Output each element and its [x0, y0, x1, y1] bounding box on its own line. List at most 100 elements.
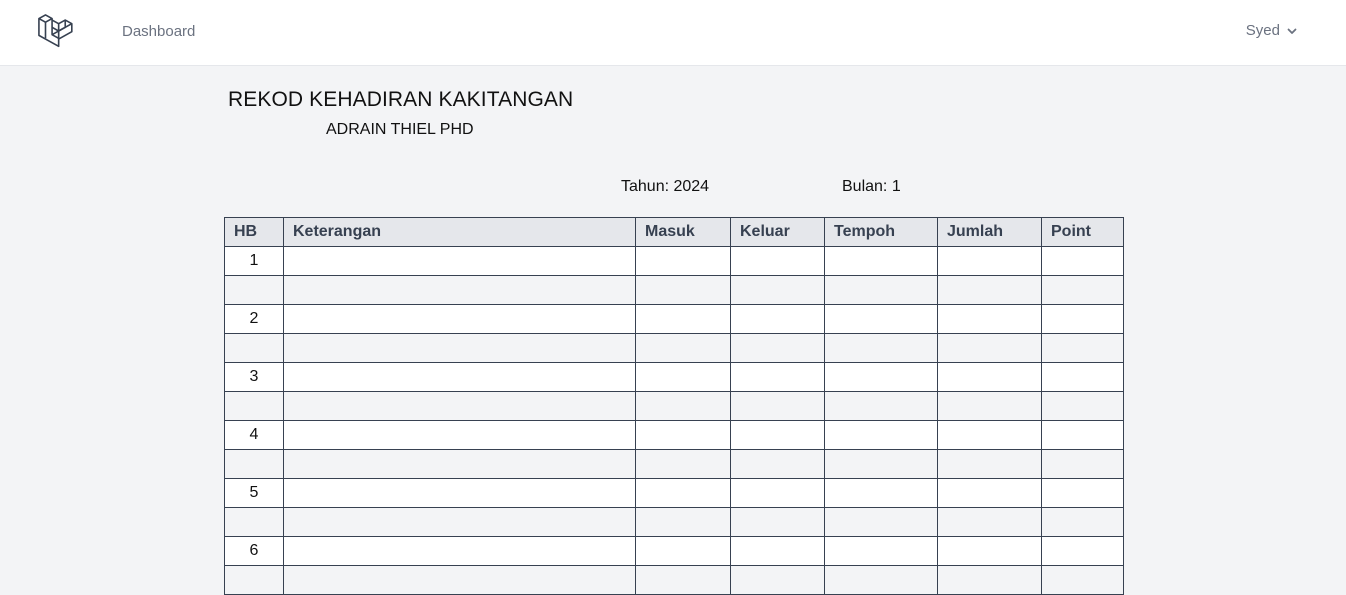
point-cell	[1041, 565, 1124, 595]
table-row	[224, 507, 1124, 537]
tempoh-cell	[824, 275, 938, 305]
keterangan-cell	[283, 362, 636, 392]
user-dropdown[interactable]: Syed	[1246, 21, 1298, 41]
table-row: 1	[224, 246, 1124, 276]
table-header-row: HB Keterangan Masuk Keluar Tempoh Jumlah…	[224, 217, 1124, 247]
keterangan-cell	[283, 420, 636, 450]
masuk-cell	[635, 275, 731, 305]
jumlah-cell	[937, 333, 1042, 363]
keluar-cell	[730, 304, 825, 334]
chevron-down-icon	[1287, 28, 1297, 34]
day-number-cell: 1	[224, 246, 284, 276]
keterangan-cell	[283, 333, 636, 363]
keterangan-cell	[283, 275, 636, 305]
tempoh-cell	[824, 333, 938, 363]
masuk-cell	[635, 362, 731, 392]
keterangan-cell	[283, 391, 636, 421]
keluar-cell	[730, 391, 825, 421]
table-row	[224, 275, 1124, 305]
keluar-cell	[730, 449, 825, 479]
table-row: 3	[224, 362, 1124, 392]
column-header-masuk: Masuk	[635, 217, 731, 247]
keterangan-cell	[283, 478, 636, 508]
day-number-cell	[224, 333, 284, 363]
keterangan-cell	[283, 304, 636, 334]
point-cell	[1041, 304, 1124, 334]
keluar-cell	[730, 246, 825, 276]
table-row: 4	[224, 420, 1124, 450]
masuk-cell	[635, 333, 731, 363]
masuk-cell	[635, 246, 731, 276]
day-number-cell	[224, 507, 284, 537]
keluar-cell	[730, 507, 825, 537]
day-number-cell: 4	[224, 420, 284, 450]
day-number-cell	[224, 565, 284, 595]
point-cell	[1041, 333, 1124, 363]
table-row	[224, 565, 1124, 595]
masuk-cell	[635, 391, 731, 421]
point-cell	[1041, 391, 1124, 421]
tempoh-cell	[824, 420, 938, 450]
year-label: Tahun: 2024	[621, 178, 710, 195]
user-name: Syed	[1245, 22, 1280, 39]
tempoh-cell	[824, 507, 938, 537]
keterangan-cell	[283, 507, 636, 537]
table-row: 6	[224, 536, 1124, 566]
top-navigation: Dashboard Syed	[0, 0, 1346, 66]
tempoh-cell	[824, 362, 938, 392]
day-number-cell: 6	[224, 536, 284, 566]
keluar-cell	[730, 275, 825, 305]
jumlah-cell	[937, 391, 1042, 421]
tempoh-cell	[824, 478, 938, 508]
jumlah-cell	[937, 449, 1042, 479]
keluar-cell	[730, 478, 825, 508]
tempoh-cell	[824, 565, 938, 595]
column-header-hb: HB	[224, 217, 284, 247]
column-header-tempoh: Tempoh	[824, 217, 938, 247]
masuk-cell	[635, 507, 731, 537]
jumlah-cell	[937, 275, 1042, 305]
jumlah-cell	[937, 304, 1042, 334]
nav-link-dashboard[interactable]: Dashboard	[122, 22, 195, 42]
masuk-cell	[635, 420, 731, 450]
point-cell	[1041, 246, 1124, 276]
day-number-cell	[224, 391, 284, 421]
jumlah-cell	[937, 362, 1042, 392]
month-label: Bulan: 1	[842, 178, 901, 195]
jumlah-cell	[937, 536, 1042, 566]
day-number-cell: 2	[224, 304, 284, 334]
masuk-cell	[635, 304, 731, 334]
jumlah-cell	[937, 246, 1042, 276]
masuk-cell	[635, 449, 731, 479]
jumlah-cell	[937, 420, 1042, 450]
keterangan-cell	[283, 449, 636, 479]
day-number-cell: 3	[224, 362, 284, 392]
laravel-logo-icon[interactable]	[36, 12, 74, 50]
table-row: 5	[224, 478, 1124, 508]
table-row	[224, 449, 1124, 479]
table-row	[224, 391, 1124, 421]
attendance-table: HB Keterangan Masuk Keluar Tempoh Jumlah…	[224, 217, 1124, 595]
point-cell	[1041, 507, 1124, 537]
jumlah-cell	[937, 478, 1042, 508]
keluar-cell	[730, 362, 825, 392]
point-cell	[1041, 536, 1124, 566]
masuk-cell	[635, 478, 731, 508]
keluar-cell	[730, 333, 825, 363]
tempoh-cell	[824, 449, 938, 479]
day-number-cell: 5	[224, 478, 284, 508]
jumlah-cell	[937, 507, 1042, 537]
main-content: REKOD KEHADIRAN KAKITANGAN ADRAIN THIEL …	[0, 66, 1346, 595]
day-number-cell	[224, 275, 284, 305]
report-title: REKOD KEHADIRAN KAKITANGAN	[228, 88, 574, 111]
masuk-cell	[635, 565, 731, 595]
point-cell	[1041, 362, 1124, 392]
staff-name: ADRAIN THIEL PHD	[326, 121, 474, 138]
point-cell	[1041, 275, 1124, 305]
keluar-cell	[730, 536, 825, 566]
keterangan-cell	[283, 565, 636, 595]
column-header-jumlah: Jumlah	[937, 217, 1042, 247]
point-cell	[1041, 420, 1124, 450]
table-row	[224, 333, 1124, 363]
keterangan-cell	[283, 246, 636, 276]
